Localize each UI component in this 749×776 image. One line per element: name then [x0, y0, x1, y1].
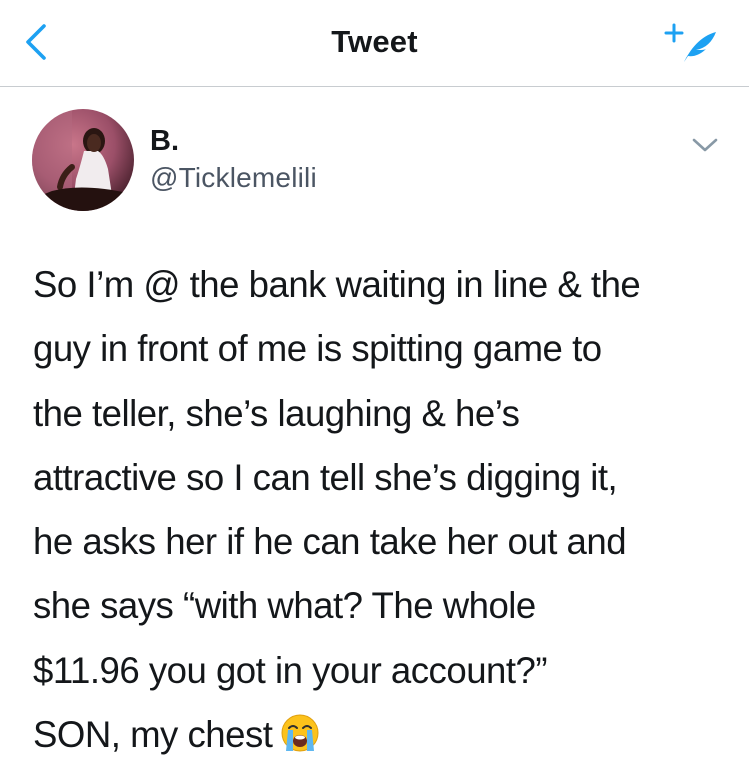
avatar[interactable]: [32, 109, 134, 211]
tweet-author-header: B. @Ticklemelili: [0, 86, 749, 226]
tweet-text-line: So I’m @ the bank waiting in line & the: [33, 264, 641, 305]
avatar-photo: [32, 109, 134, 211]
top-navigation-bar: Tweet: [0, 0, 749, 87]
tweet-text-line: she says “with what? The whole: [33, 585, 536, 627]
tweet-text-line: SON, my chest: [33, 714, 273, 756]
tweet-text: So I’m @ the bank waiting in line & the …: [33, 253, 723, 767]
author-display-name[interactable]: B.: [150, 125, 179, 158]
page-title: Tweet: [331, 24, 418, 59]
loudly-crying-face-icon: [281, 714, 319, 752]
compose-tweet-button[interactable]: [660, 22, 720, 68]
tweet-text-line: attractive so I can tell she’s digging i…: [33, 456, 618, 498]
tweet-text-line: guy in front of me is spitting game to: [33, 328, 602, 370]
author-handle[interactable]: @Ticklemelili: [150, 162, 317, 194]
tweet-options-button[interactable]: [688, 132, 722, 158]
tweet-text-line: the teller, she’s laughing & he’s: [33, 392, 520, 434]
chevron-down-icon: [692, 138, 718, 152]
tweet-text-line: $11.96 you got in your account?”: [33, 649, 548, 691]
tweet-text-line: he asks her if he can take her out and: [33, 521, 627, 563]
compose-quill-icon: [664, 23, 716, 62]
